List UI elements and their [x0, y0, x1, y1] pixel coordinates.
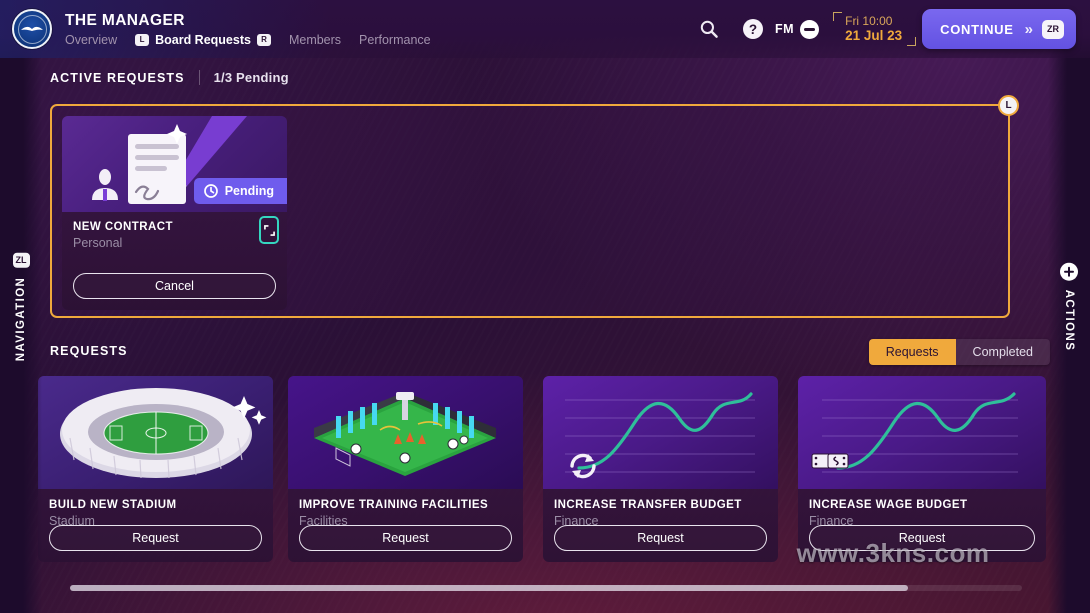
card-artwork [288, 376, 523, 489]
question-mark-icon[interactable]: ? [731, 7, 775, 51]
stadium-icon [38, 376, 273, 489]
tab-requests-label: Requests [885, 345, 939, 359]
card-subtitle: Personal [73, 236, 123, 250]
wage-chart-icon [798, 376, 1046, 489]
brighton-crest-icon [12, 9, 52, 49]
clock-icon [203, 184, 218, 198]
card-artwork [543, 376, 778, 489]
cancel-button[interactable]: Cancel [73, 273, 276, 299]
tab-overview[interactable]: Overview [65, 33, 117, 47]
request-card-improve-training-facilities[interactable]: IMPROVE TRAINING FACILITIES Facilities R… [288, 376, 523, 562]
status-badge-label: Pending [224, 184, 274, 198]
game-date-display: Fri 10:00 21 Jul 23 [833, 8, 917, 50]
request-button[interactable]: Request [554, 525, 767, 551]
nav-tabs: Overview L Board Requests R Members Perf… [65, 33, 431, 47]
page-title: THE MANAGER [65, 11, 185, 29]
tab-members-label: Members [288, 32, 342, 47]
card-body: NEW CONTRACT Personal [62, 212, 287, 250]
actions-rail[interactable]: ACTIONS [1048, 0, 1090, 613]
card-artwork [38, 376, 273, 489]
active-requests-title: ACTIVE REQUESTS [50, 70, 185, 85]
request-button-label: Request [898, 531, 946, 545]
bracket-bottom-right [907, 37, 917, 46]
card-body: INCREASE TRANSFER BUDGET Finance [543, 489, 778, 528]
request-button-label: Request [637, 531, 684, 545]
tab-completed[interactable]: Completed [955, 339, 1050, 365]
horizontal-scrollbar[interactable] [70, 585, 1022, 591]
request-card-increase-wage-budget[interactable]: INCREASE WAGE BUDGET Finance Request [798, 376, 1046, 562]
navigation-rail[interactable]: ZL NAVIGATION [0, 0, 42, 613]
scrollbar-thumb[interactable] [70, 585, 908, 591]
request-button[interactable]: Request [299, 525, 512, 551]
navigation-rail-label: NAVIGATION [15, 276, 27, 361]
tab-members[interactable]: Members [289, 33, 341, 47]
bracket-top-left [833, 12, 843, 21]
chevron-right-icon: » [1024, 20, 1033, 38]
key-zr-badge: ZR [1042, 19, 1064, 39]
key-zl-badge: ZL [12, 252, 30, 268]
tab-board-requests-label: Board Requests [155, 32, 251, 47]
header-actions: ? FM Fri 10:00 21 Jul 23 CONTINUE » ZR [687, 7, 1090, 51]
card-title: IMPROVE TRAINING FACILITIES [299, 499, 489, 511]
request-button-label: Request [382, 531, 429, 545]
tab-completed-label: Completed [972, 345, 1033, 359]
request-button[interactable]: Request [809, 525, 1035, 551]
banknotes-icon [811, 453, 849, 469]
cancel-button-label: Cancel [155, 279, 194, 293]
fm-status-toggle[interactable]: FM [775, 19, 820, 39]
key-r-badge: R [256, 33, 271, 46]
pending-status: 1/3 Pending [213, 70, 289, 85]
continue-label: CONTINUE [940, 21, 1014, 37]
card-title: BUILD NEW STADIUM [49, 499, 177, 511]
seagull-glyph [21, 26, 43, 31]
request-card-build-new-stadium[interactable]: BUILD NEW STADIUM Stadium Request [38, 376, 273, 562]
title-divider [198, 70, 200, 85]
card-title: INCREASE TRANSFER BUDGET [554, 499, 742, 511]
requests-title: REQUESTS [50, 344, 128, 358]
request-button-label: Request [132, 531, 179, 545]
requests-tab-group: Requests Completed [868, 339, 1050, 365]
game-time: Fri 10:00 [845, 14, 893, 28]
game-date: 21 Jul 23 [845, 28, 903, 43]
request-card-increase-transfer-budget[interactable]: INCREASE TRANSFER BUDGET Finance Request [543, 376, 778, 562]
app-header: THE MANAGER Overview L Board Requests R … [0, 0, 1090, 58]
svg-text:?: ? [749, 22, 757, 37]
tab-performance[interactable]: Performance [359, 33, 431, 47]
fm-label: FM [775, 22, 795, 36]
card-title: INCREASE WAGE BUDGET [809, 499, 968, 511]
tab-overview-label: Overview [65, 32, 118, 47]
continue-button[interactable]: CONTINUE » ZR [922, 9, 1076, 49]
tab-board-requests[interactable]: L Board Requests R [135, 33, 271, 47]
expand-icon[interactable] [259, 216, 279, 244]
search-icon[interactable] [687, 7, 731, 51]
actions-rail-label: ACTIONS [1063, 289, 1075, 351]
requests-card-row: BUILD NEW STADIUM Stadium Request IMPROV… [0, 376, 1090, 566]
request-button[interactable]: Request [49, 525, 262, 551]
training-pitch-icon [288, 376, 523, 489]
tab-requests[interactable]: Requests [868, 339, 956, 365]
plus-circle-icon [1060, 262, 1078, 281]
active-requests-header: ACTIVE REQUESTS 1/3 Pending [50, 70, 289, 85]
header-title-block: THE MANAGER Overview L Board Requests R … [65, 12, 431, 47]
active-request-card[interactable]: Pending NEW CONTRACT Personal Cancel [62, 116, 287, 310]
status-badge: Pending [193, 178, 287, 204]
requests-header: REQUESTS [50, 344, 128, 358]
card-artwork: Pending [62, 116, 287, 212]
transfer-chart-icon [543, 376, 778, 489]
tab-performance-label: Performance [359, 32, 431, 47]
card-artwork [798, 376, 1046, 489]
key-l-badge: L [135, 33, 150, 46]
card-body: IMPROVE TRAINING FACILITIES Facilities [288, 489, 523, 528]
active-requests-panel: L Pending NEW CONTRACT Personal Cancel [50, 95, 1019, 318]
panel-key-l-badge: L [998, 95, 1019, 116]
card-body: BUILD NEW STADIUM Stadium [38, 489, 273, 528]
card-body: INCREASE WAGE BUDGET Finance [798, 489, 1046, 528]
minus-circle-icon [800, 19, 820, 39]
card-title: NEW CONTRACT [73, 221, 173, 233]
